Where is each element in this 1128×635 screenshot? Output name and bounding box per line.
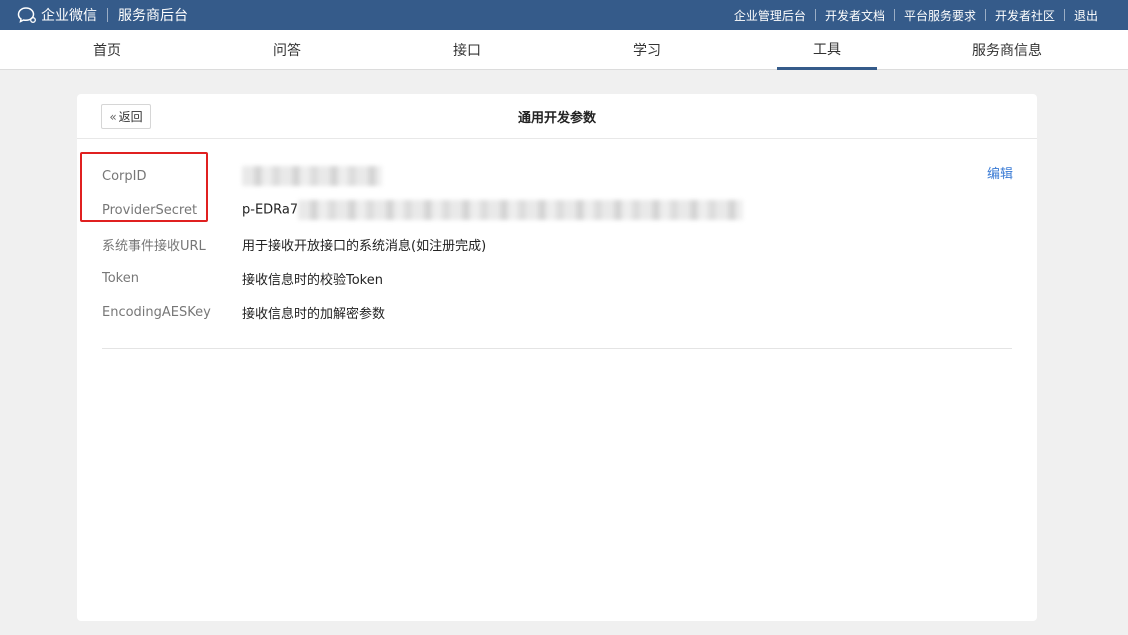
param-row-token: Token 接收信息时的校验Token [102, 268, 1012, 288]
link-platform-requirements[interactable]: 平台服务要求 [904, 7, 976, 24]
brand-subtitle: 服务商后台 [118, 8, 188, 24]
link-divider [1063, 9, 1065, 21]
back-button[interactable]: « 返回 [101, 104, 151, 129]
tab-tools[interactable]: 工具 [777, 30, 877, 70]
brand[interactable]: 企业微信 服务商后台 [17, 0, 188, 30]
param-value: 用于接收开放接口的系统消息(如注册完成) [242, 238, 487, 254]
top-bar: 企业微信 服务商后台 企业管理后台 开发者文档 平台服务要求 开发者社区 退出 [0, 0, 1128, 30]
brand-divider [107, 8, 108, 22]
masked-value [242, 166, 382, 186]
param-label: Token [102, 270, 139, 286]
param-value: 接收信息时的加解密参数 [242, 306, 386, 322]
divider [102, 348, 1012, 349]
link-dev-docs[interactable]: 开发者文档 [825, 7, 885, 24]
top-links: 企业管理后台 开发者文档 平台服务要求 开发者社区 退出 [734, 0, 1098, 30]
param-label: EncodingAESKey [102, 304, 211, 320]
link-dev-community[interactable]: 开发者社区 [995, 7, 1055, 24]
tab-provider-info[interactable]: 服务商信息 [957, 30, 1057, 70]
link-divider [814, 9, 816, 21]
param-row-event-url: 系统事件接收URL 用于接收开放接口的系统消息(如注册完成) [102, 234, 1012, 254]
param-value[interactable]: p-EDRa7 [242, 200, 744, 220]
back-button-label: 返回 [118, 110, 143, 124]
brand-name: 企业微信 [41, 8, 97, 24]
tab-home[interactable]: 首页 [57, 30, 157, 70]
masked-value [298, 200, 744, 220]
red-highlight-annotation [80, 152, 208, 222]
link-logout[interactable]: 退出 [1074, 7, 1098, 24]
param-label: 系统事件接收URL [102, 238, 206, 254]
link-divider [984, 9, 986, 21]
card-header: 通用开发参数 « 返回 [77, 94, 1037, 139]
dev-params-card: 通用开发参数 « 返回 编辑 CorpID ProviderSecret p-E… [77, 94, 1037, 621]
param-row-corpid: CorpID [102, 166, 1012, 186]
link-admin-console[interactable]: 企业管理后台 [734, 7, 806, 24]
wecom-logo-icon [17, 6, 37, 24]
param-value-masked[interactable] [242, 166, 382, 186]
param-row-aeskey: EncodingAESKey 接收信息时的加解密参数 [102, 302, 1012, 322]
page-title: 通用开发参数 [517, 111, 596, 126]
tab-qa[interactable]: 问答 [237, 30, 337, 70]
tab-learn[interactable]: 学习 [597, 30, 697, 70]
main-nav: 首页 问答 接口 学习 工具 服务商信息 [0, 30, 1128, 70]
secret-prefix: p-EDRa7 [242, 202, 299, 218]
tab-api[interactable]: 接口 [417, 30, 517, 70]
param-row-provider-secret: ProviderSecret p-EDRa7 [102, 200, 1012, 220]
param-value: 接收信息时的校验Token [242, 272, 383, 288]
link-divider [893, 9, 895, 21]
double-chevron-left-icon: « [109, 109, 117, 124]
